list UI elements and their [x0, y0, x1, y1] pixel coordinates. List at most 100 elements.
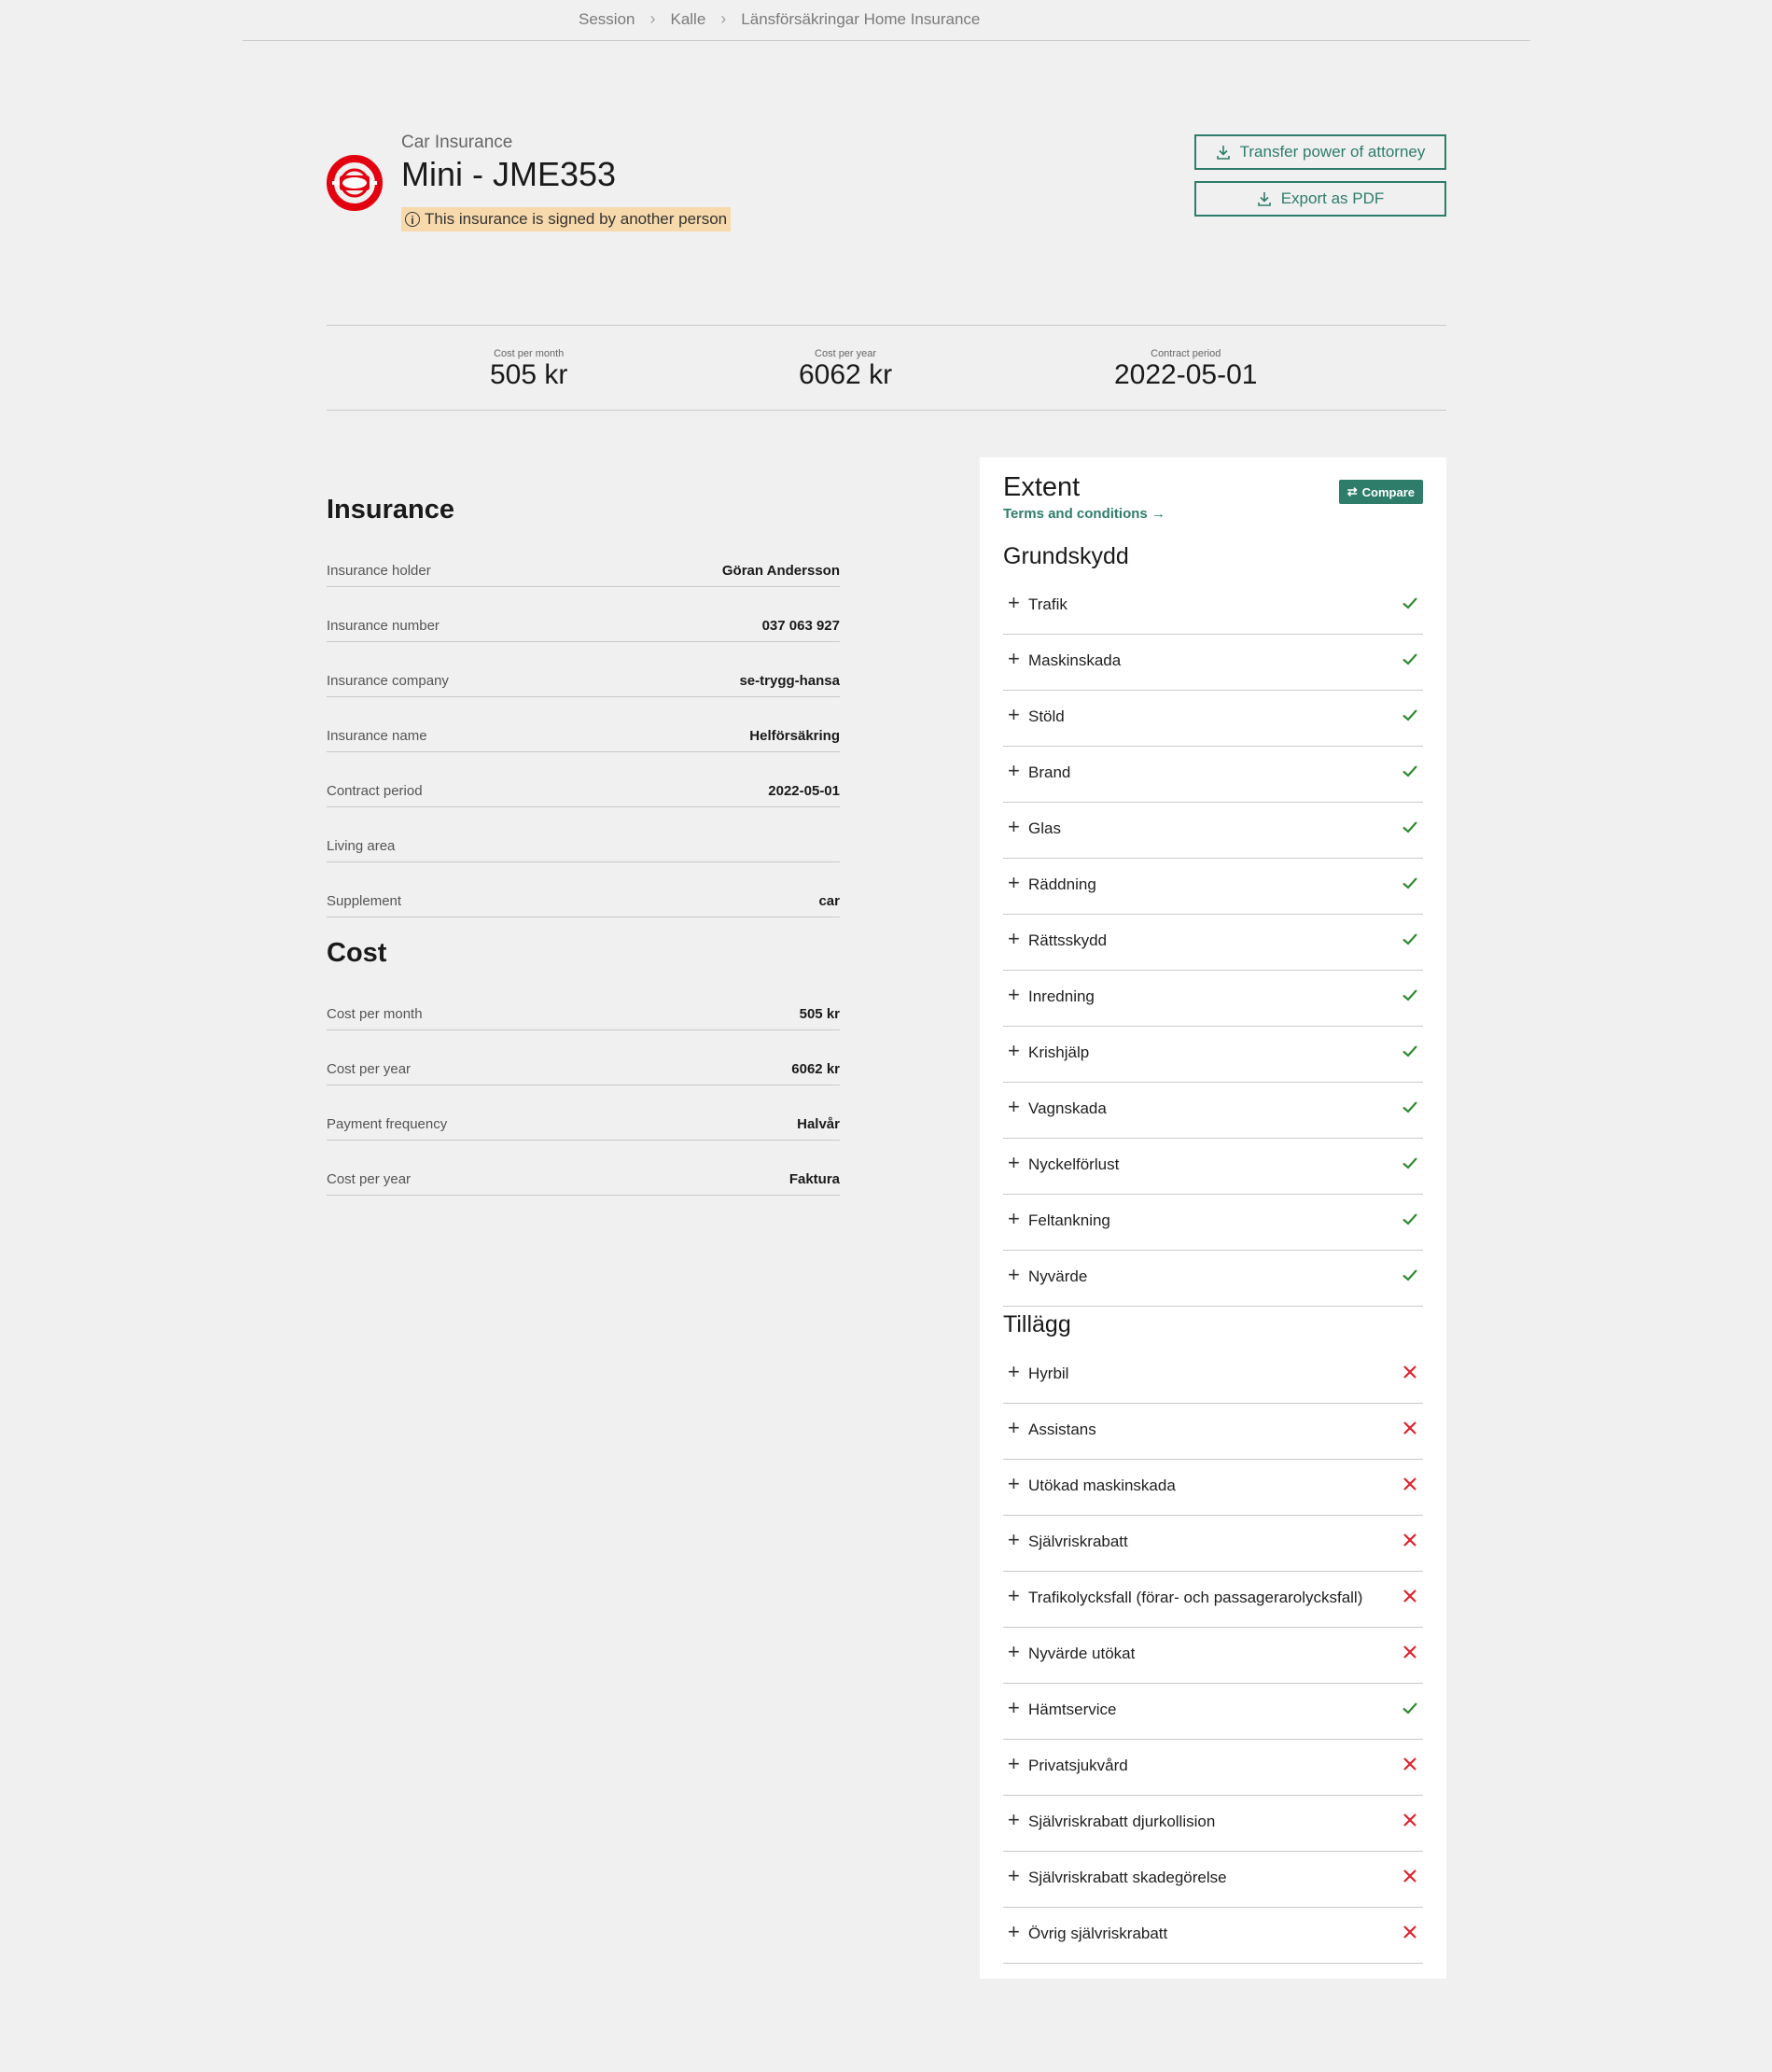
summary-contract-period: Contract period 2022-05-01: [1114, 348, 1257, 391]
signed-notice-text: This insurance is signed by another pers…: [425, 210, 728, 228]
coverage-item[interactable]: + Hämtservice: [1003, 1684, 1423, 1740]
plus-icon[interactable]: +: [1008, 873, 1020, 893]
group-title-grundskydd: Grundskydd: [1003, 543, 1129, 569]
cross-icon: [1403, 1925, 1416, 1939]
checkmark-icon: [1402, 709, 1417, 721]
coverage-item[interactable]: + Övrig självriskrabatt: [1003, 1908, 1423, 1964]
compare-button[interactable]: ⇄ Compare: [1338, 480, 1423, 504]
plus-icon[interactable]: +: [1008, 1866, 1020, 1886]
breadcrumb-item-session[interactable]: Session: [579, 10, 635, 29]
coverage-item[interactable]: + Nyvärde utökat: [1003, 1628, 1423, 1684]
coverage-name: Självriskrabatt djurkollision: [1028, 1813, 1216, 1830]
coverage-item[interactable]: + Krishjälp: [1003, 1027, 1423, 1083]
terms-link-label: Terms and conditions: [1003, 506, 1148, 522]
coverage-name: Övrig självriskrabatt: [1028, 1925, 1168, 1942]
breadcrumb-item-kalle[interactable]: Kalle: [670, 10, 705, 29]
coverage-item[interactable]: + Nyckelförlust: [1003, 1139, 1423, 1195]
plus-icon[interactable]: +: [1008, 1362, 1020, 1382]
arrow-right-icon: →: [1151, 506, 1165, 522]
export-pdf-button[interactable]: Export as PDF: [1194, 181, 1446, 217]
checkmark-icon: [1402, 877, 1417, 889]
export-button-label: Export as PDF: [1280, 189, 1385, 207]
coverage-item[interactable]: + Brand: [1003, 747, 1423, 803]
coverage-item[interactable]: + Utökad maskinskada: [1003, 1460, 1423, 1516]
summary-cost-per-month: Cost per month 505 kr: [490, 348, 567, 391]
coverage-item[interactable]: + Vagnskada: [1003, 1083, 1423, 1139]
coverage-item[interactable]: + Trafik: [1003, 579, 1423, 635]
transfer-power-of-attorney-button[interactable]: Transfer power of attorney: [1194, 134, 1446, 170]
coverage-item[interactable]: + Feltankning: [1003, 1195, 1423, 1251]
coverage-name: Utökad maskinskada: [1028, 1477, 1176, 1494]
coverage-item[interactable]: + Stöld: [1003, 691, 1423, 747]
cost-summary: Cost per month 505 kr Cost per year 6062…: [327, 325, 1446, 411]
coverage-item[interactable]: + Glas: [1003, 803, 1423, 859]
cost-section-title: Cost: [327, 938, 387, 968]
detail-label: Insurance number: [327, 618, 440, 634]
detail-value: Helförsäkring: [749, 728, 840, 744]
checkmark-icon: [1402, 933, 1417, 945]
coverage-item[interactable]: + Självriskrabatt: [1003, 1516, 1423, 1572]
detail-label: Living area: [327, 838, 396, 854]
coverage-name: Hämtservice: [1028, 1701, 1117, 1718]
plus-icon[interactable]: +: [1008, 1922, 1020, 1942]
plus-icon[interactable]: +: [1008, 1097, 1020, 1117]
coverage-name: Trafikolycksfall (förar- och passageraro…: [1028, 1589, 1363, 1606]
coverage-name: Rättsskydd: [1028, 931, 1108, 949]
breadcrumb-item-current[interactable]: Länsförsäkringar Home Insurance: [741, 10, 980, 29]
chevron-right-icon: ›: [649, 9, 656, 28]
plus-icon[interactable]: +: [1008, 985, 1020, 1005]
coverage-item[interactable]: + Rättsskydd: [1003, 915, 1423, 971]
coverage-item[interactable]: + Självriskrabatt djurkollision: [1003, 1796, 1423, 1852]
group-title-tillagg: Tillägg: [1003, 1311, 1071, 1337]
cross-icon: [1403, 1813, 1416, 1827]
plus-icon[interactable]: +: [1008, 1642, 1020, 1662]
detail-value: 505 kr: [799, 1006, 840, 1022]
plus-icon[interactable]: +: [1008, 705, 1020, 725]
summary-label: Contract period: [1151, 348, 1221, 359]
detail-value: se-trygg-hansa: [739, 673, 840, 689]
coverage-item[interactable]: + Privatsjukvård: [1003, 1740, 1423, 1796]
coverage-item[interactable]: + Räddning: [1003, 859, 1423, 915]
plus-icon[interactable]: +: [1008, 1209, 1020, 1229]
coverage-name: Stöld: [1028, 707, 1065, 725]
plus-icon[interactable]: +: [1008, 929, 1020, 949]
coverage-name: Hyrbil: [1028, 1365, 1069, 1382]
plus-icon[interactable]: +: [1008, 1153, 1020, 1173]
detail-value: 6062 kr: [791, 1061, 840, 1077]
breadcrumb: Session › Kalle › Länsförsäkringar Home …: [243, 0, 1530, 41]
cross-icon: [1403, 1757, 1416, 1771]
plus-icon[interactable]: +: [1008, 1418, 1020, 1438]
coverage-item[interactable]: + Nyvärde: [1003, 1251, 1423, 1307]
detail-row: Cost per year Faktura: [327, 1141, 840, 1196]
plus-icon[interactable]: +: [1008, 761, 1020, 781]
detail-row: Payment frequency Halvår: [327, 1085, 840, 1141]
coverage-name: Nyvärde: [1028, 1267, 1088, 1285]
coverage-item[interactable]: + Självriskrabatt skadegörelse: [1003, 1852, 1423, 1908]
checkmark-icon: [1402, 1157, 1417, 1169]
detail-label: Payment frequency: [327, 1116, 448, 1132]
coverage-item[interactable]: + Assistans: [1003, 1404, 1423, 1460]
coverage-item[interactable]: + Trafikolycksfall (förar- och passagerar…: [1003, 1572, 1423, 1628]
cross-icon: [1403, 1869, 1416, 1883]
extent-panel: Extent Terms and conditions → ⇄ Compare …: [980, 457, 1446, 1979]
plus-icon[interactable]: +: [1008, 1754, 1020, 1774]
detail-label: Insurance holder: [327, 563, 431, 579]
plus-icon[interactable]: +: [1008, 1586, 1020, 1606]
coverage-item[interactable]: + Hyrbil: [1003, 1348, 1423, 1404]
plus-icon[interactable]: +: [1008, 817, 1020, 837]
detail-row: Supplement car: [327, 862, 840, 917]
plus-icon[interactable]: +: [1008, 649, 1020, 669]
plus-icon[interactable]: +: [1008, 593, 1020, 613]
coverage-list-grundskydd: + Trafik + Maskinskada + Stöld + Brand + Glas + Räd…: [1003, 579, 1423, 1307]
plus-icon[interactable]: +: [1008, 1474, 1020, 1494]
plus-icon[interactable]: +: [1008, 1530, 1020, 1550]
detail-value: car: [818, 893, 840, 909]
plus-icon[interactable]: +: [1008, 1041, 1020, 1061]
coverage-item[interactable]: + Inredning: [1003, 971, 1423, 1027]
coverage-item[interactable]: + Maskinskada: [1003, 635, 1423, 691]
terms-and-conditions-link[interactable]: Terms and conditions →: [1003, 506, 1165, 522]
plus-icon[interactable]: +: [1008, 1698, 1020, 1718]
coverage-name: Privatsjukvård: [1028, 1757, 1128, 1774]
plus-icon[interactable]: +: [1008, 1265, 1020, 1285]
plus-icon[interactable]: +: [1008, 1810, 1020, 1830]
